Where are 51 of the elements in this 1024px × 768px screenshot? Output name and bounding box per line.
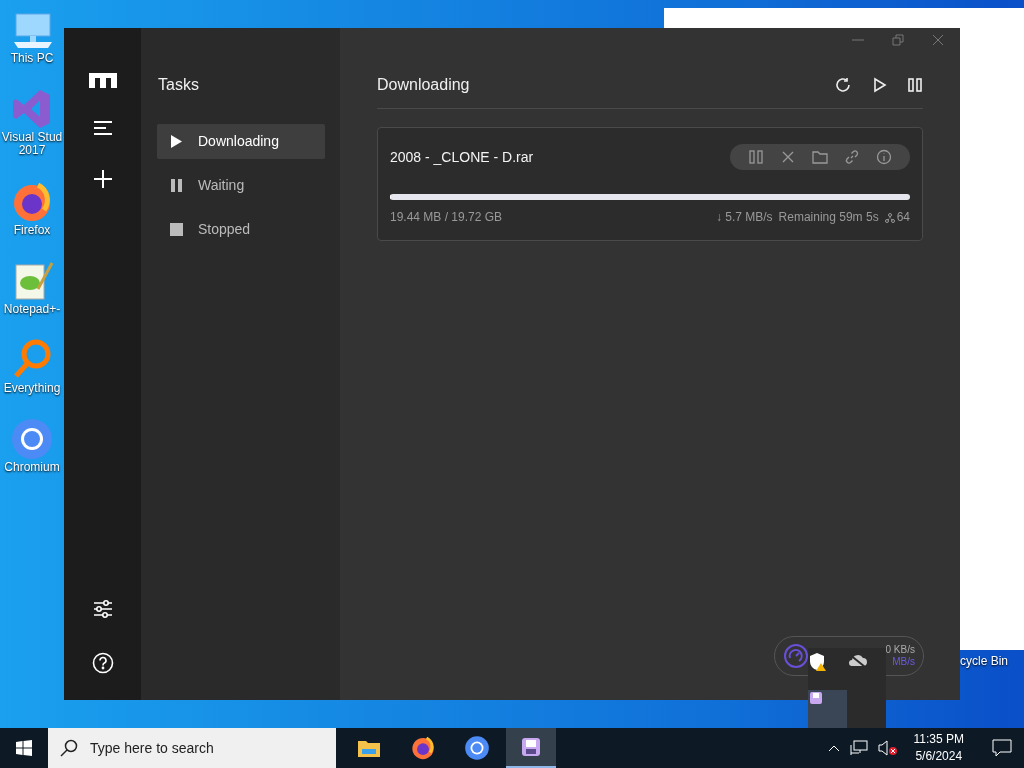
taskbar-app-icon[interactable] (506, 728, 556, 768)
clock-time[interactable]: 11:35 PM (913, 731, 964, 748)
task-name: 2008 - _CLONE - D.rar (390, 147, 534, 167)
download-speed: MB/s (892, 656, 915, 668)
desktop-icon[interactable] (10, 417, 54, 462)
resume-all-button[interactable] (871, 76, 887, 93)
search-field[interactable]: Type here to search (88, 736, 308, 760)
desktop-icon-label: This PC (9, 52, 55, 66)
task-remaining: Remaining 59m 5s (778, 209, 879, 227)
page-title: Downloading (377, 75, 470, 95)
pause-all-button[interactable] (907, 76, 923, 93)
sidebar-item[interactable]: Stopped (157, 212, 325, 248)
settings-button[interactable] (91, 598, 114, 620)
speaker-muted-icon[interactable] (877, 740, 898, 756)
desktop-icon-label: Notepad+- (2, 302, 62, 316)
task-speed: ↓ 5.7 MB/s (715, 209, 773, 227)
chevron-up-icon[interactable] (827, 744, 840, 752)
desktop-icon-label: Visual Stud 2017 (0, 131, 64, 158)
task-card[interactable]: 2008 - _CLONE - D.rar 19.44 MB / 19.72 GB ↓ 5.7 MB/s Remaining 59m 5s 64 (377, 127, 923, 242)
folder-button[interactable] (812, 149, 828, 166)
sidebar-item[interactable]: Waiting (157, 168, 325, 204)
logo-icon (87, 72, 118, 88)
desktop-icon-label: Firefox (12, 223, 52, 237)
help-button[interactable] (91, 652, 114, 674)
network-icon[interactable] (849, 740, 868, 756)
add-button[interactable] (91, 168, 114, 190)
search-bar[interactable]: Type here to search (48, 728, 336, 768)
upload-speed: 0 KB/s (885, 644, 915, 656)
pause-button[interactable] (748, 149, 764, 166)
speedometer-icon (783, 643, 809, 669)
sidebar-item[interactable]: Downloading (157, 124, 325, 160)
info-button[interactable] (876, 149, 892, 166)
connections-icon (884, 213, 895, 223)
desktop-icon-label: cycle Bin (960, 653, 1009, 670)
menu-button[interactable] (91, 120, 114, 136)
status-icon (169, 178, 184, 194)
search-icon (60, 739, 78, 757)
notifications-icon[interactable] (992, 739, 1012, 757)
task-size: 19.44 MB / 19.72 GB (390, 209, 503, 227)
status-icon (169, 222, 184, 238)
desktop-icon-label: Everything (2, 381, 62, 396)
app-tray-icon[interactable] (808, 690, 847, 728)
refresh-button[interactable] (835, 76, 851, 93)
desktop-icon-label: Chromium (3, 461, 61, 475)
windows-start-icon[interactable] (16, 740, 32, 756)
panel-title: Tasks (158, 75, 200, 95)
clock-date[interactable]: 5/6/2024 (913, 748, 964, 765)
status-icon (169, 134, 184, 150)
link-button[interactable] (844, 149, 860, 166)
close-icon[interactable] (932, 34, 944, 46)
connection-count: 64 (896, 210, 910, 225)
